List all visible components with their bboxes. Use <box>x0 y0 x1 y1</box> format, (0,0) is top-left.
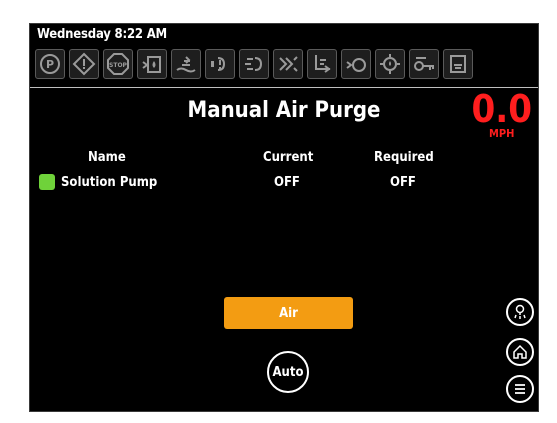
pump-icon <box>205 49 235 79</box>
svg-text:STOP: STOP <box>109 62 128 69</box>
brush-icon <box>239 49 269 79</box>
solution-flow-icon <box>171 49 201 79</box>
solution-tank-icon <box>137 49 167 79</box>
recovery-tank-icon <box>443 49 473 79</box>
warning-icon <box>69 49 99 79</box>
home-icon <box>513 344 527 359</box>
speed-value: 0.0 <box>471 87 532 131</box>
datetime: Wednesday 8:22 AM <box>37 27 167 42</box>
auto-button[interactable]: Auto <box>267 351 309 393</box>
menu-icon <box>515 384 525 394</box>
display-screen: Wednesday 8:22 AM P STOP Manual Air Purg… <box>29 23 539 412</box>
page-title: Manual Air Purge <box>187 98 381 123</box>
filter-icon <box>341 49 371 79</box>
svg-text:P: P <box>46 58 54 71</box>
spray-mode-button[interactable] <box>506 298 534 326</box>
stop-icon: STOP <box>103 49 133 79</box>
menu-button[interactable] <box>506 375 534 403</box>
vacuum-icon <box>307 49 337 79</box>
column-header-name: Name <box>88 150 126 165</box>
row-current: OFF <box>274 175 300 190</box>
home-button[interactable] <box>506 338 534 366</box>
column-header-required: Required <box>374 150 434 165</box>
pointer-arrow-icon <box>80 303 214 317</box>
parking-brake-icon: P <box>35 49 65 79</box>
status-indicator <box>39 174 55 190</box>
status-bar: Wednesday 8:22 AM P STOP <box>30 24 538 87</box>
air-button[interactable]: Air <box>224 297 353 329</box>
indicator-strip: P STOP <box>35 49 473 79</box>
header-divider <box>30 87 538 88</box>
column-header-current: Current <box>263 150 314 165</box>
key-icon <box>409 49 439 79</box>
spray-icon <box>273 49 303 79</box>
hydraulic-icon <box>375 49 405 79</box>
row-name: Solution Pump <box>61 175 158 190</box>
row-required: OFF <box>390 175 416 190</box>
spray-mode-icon <box>514 304 526 319</box>
speed-readout: 0.0 MPH <box>471 87 532 140</box>
